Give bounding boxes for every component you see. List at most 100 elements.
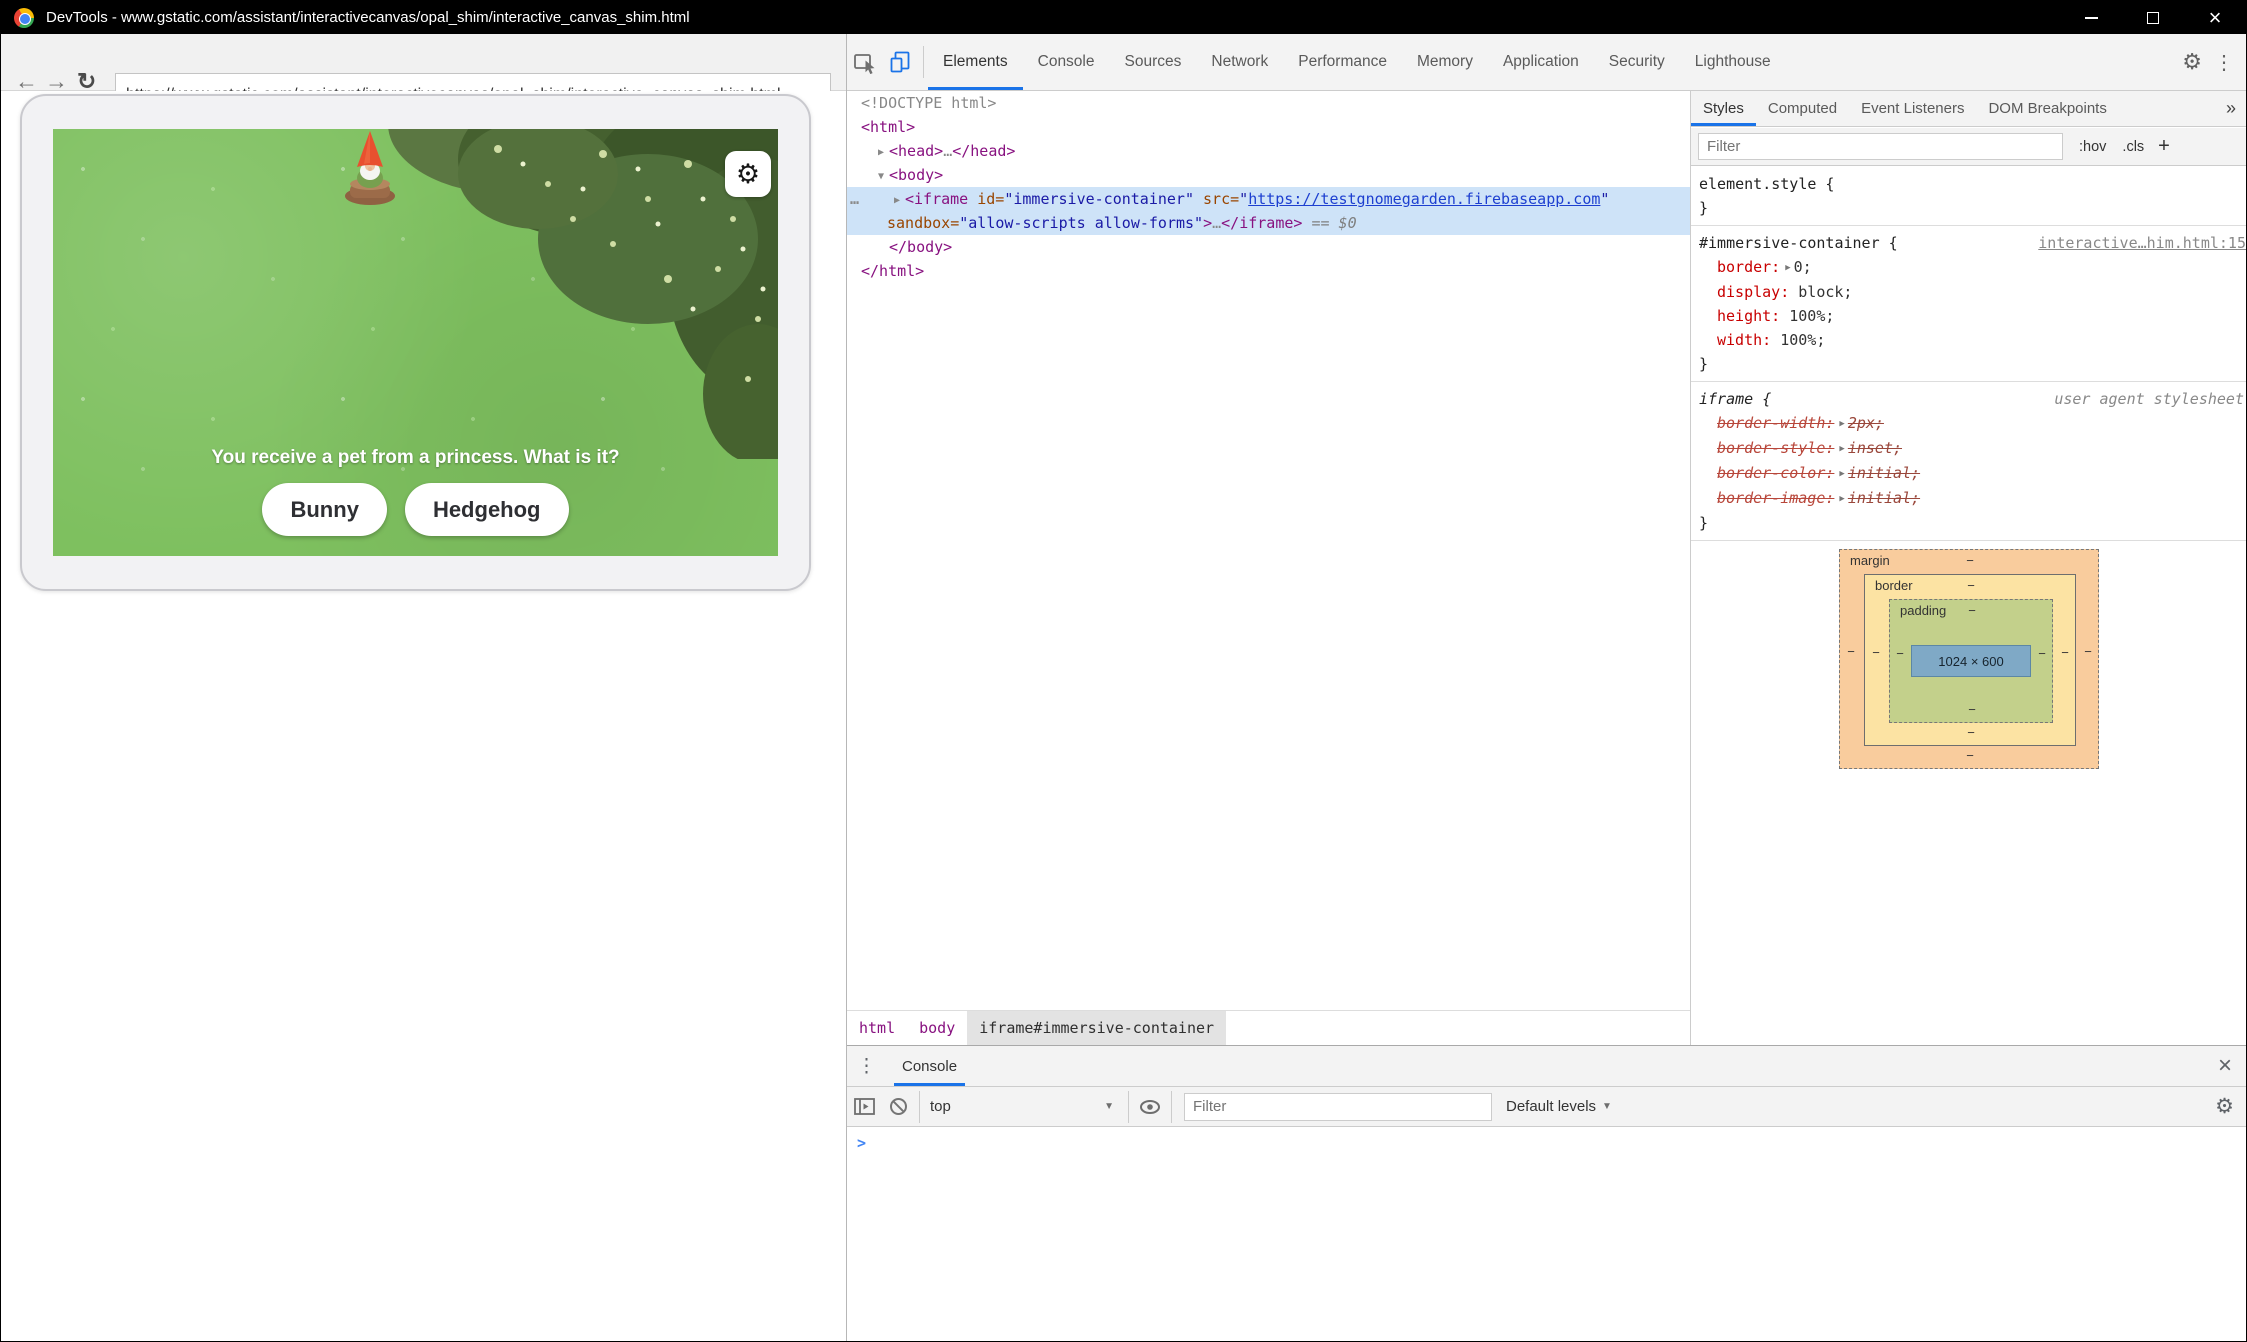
tab-elements[interactable]: Elements: [928, 34, 1023, 90]
css-property-name[interactable]: width:: [1717, 331, 1771, 349]
more-tabs-chevron[interactable]: »: [2216, 98, 2246, 119]
margin-left-value[interactable]: −: [1844, 644, 1858, 659]
border-top-value[interactable]: −: [1964, 578, 1978, 593]
console-settings-button[interactable]: ⚙: [2203, 1094, 2246, 1119]
console-sidebar-toggle[interactable]: [847, 1088, 881, 1126]
tab-console[interactable]: Console: [1023, 34, 1110, 90]
dom-row-overflow-menu[interactable]: …: [850, 187, 858, 211]
border-left-value[interactable]: −: [1869, 645, 1883, 660]
css-property-value[interactable]: block;: [1798, 283, 1852, 301]
clear-console-button[interactable]: [881, 1088, 915, 1126]
dom-row-iframe-line2[interactable]: sandbox="allow-scripts allow-forms">…</i…: [847, 211, 1690, 235]
console-prompt[interactable]: >: [857, 1134, 866, 1152]
tab-event-listeners[interactable]: Event Listeners: [1849, 91, 1976, 126]
iframe-src-link[interactable]: https://testgnomegarden.firebaseapp.com: [1248, 190, 1600, 208]
box-model-content[interactable]: 1024 × 600: [1911, 645, 2031, 677]
devtools-settings-button[interactable]: ⚙: [2172, 49, 2212, 75]
tab-styles[interactable]: Styles: [1691, 91, 1756, 126]
close-button[interactable]: ×: [2184, 1, 2246, 34]
css-property-name[interactable]: display:: [1717, 283, 1789, 301]
breadcrumb-iframe[interactable]: iframe#immersive-container: [967, 1011, 1226, 1045]
dom-row-doctype[interactable]: <!DOCTYPE html>: [847, 91, 1690, 115]
margin-top-value[interactable]: −: [1963, 553, 1977, 568]
css-property-name[interactable]: border:: [1717, 258, 1780, 276]
dom-row-body-open[interactable]: ▼<body>: [847, 163, 1690, 187]
tab-security[interactable]: Security: [1594, 34, 1680, 90]
css-declaration: border:▶0;: [1699, 255, 2246, 280]
tab-sources[interactable]: Sources: [1110, 34, 1197, 90]
expand-shorthand-icon[interactable]: ▶: [1780, 263, 1793, 273]
drawer-menu-button[interactable]: ⋮: [847, 1055, 888, 1078]
hedgehog-button[interactable]: Hedgehog: [405, 483, 569, 536]
devtools-menu-button[interactable]: ⋮: [2212, 50, 2246, 75]
padding-right-value[interactable]: −: [2035, 646, 2049, 661]
css-property-value[interactable]: 0;: [1794, 258, 1812, 276]
new-style-rule-button[interactable]: +: [2158, 135, 2170, 158]
dom-row-body-close[interactable]: </body>: [847, 235, 1690, 259]
border-right-value[interactable]: −: [2058, 645, 2072, 660]
dom-row-html-close[interactable]: </html>: [847, 259, 1690, 283]
tab-network[interactable]: Network: [1196, 34, 1283, 90]
expander-icon[interactable]: ▶: [873, 141, 889, 165]
styles-filter-row: :hov .cls +: [1691, 128, 2246, 166]
css-property-value[interactable]: inset;: [1848, 439, 1902, 457]
expand-shorthand-icon[interactable]: ▶: [1834, 419, 1847, 429]
game-settings-button[interactable]: ⚙: [725, 151, 771, 197]
margin-bottom-value[interactable]: −: [1963, 748, 1977, 763]
css-declaration-overridden: border-width:▶2px;: [1699, 411, 2246, 436]
expand-shorthand-icon[interactable]: ▶: [1834, 469, 1847, 479]
expand-shorthand-icon[interactable]: ▶: [1834, 444, 1847, 454]
css-property-value[interactable]: initial;: [1848, 464, 1920, 482]
padding-left-value[interactable]: −: [1893, 646, 1907, 661]
expand-shorthand-icon[interactable]: ▶: [1834, 494, 1847, 504]
dom-row-html-open[interactable]: <html>: [847, 115, 1690, 139]
padding-top-value[interactable]: −: [1965, 603, 1979, 618]
tab-memory[interactable]: Memory: [1402, 34, 1488, 90]
rule-source-link[interactable]: interactive…him.html:15: [2038, 231, 2246, 255]
margin-right-value[interactable]: −: [2081, 644, 2095, 659]
dom-row-head[interactable]: ▶<head>…</head>: [847, 139, 1690, 163]
element-style-selector[interactable]: element.style {: [1699, 172, 2246, 196]
context-value: top: [930, 1098, 951, 1115]
expander-icon[interactable]: ▶: [889, 189, 905, 213]
css-property-name[interactable]: border-image:: [1717, 489, 1834, 507]
breadcrumb-html[interactable]: html: [847, 1011, 907, 1045]
drawer-tab-console[interactable]: Console: [888, 1046, 971, 1086]
console-levels-dropdown[interactable]: Default levels ▼: [1506, 1098, 1612, 1115]
padding-bottom-value[interactable]: −: [1965, 702, 1979, 717]
toggle-class-button[interactable]: .cls: [2122, 139, 2144, 155]
maximize-icon: [2147, 12, 2159, 24]
dom-tree: <!DOCTYPE html> <html> ▶<head>…</head> ▼…: [847, 91, 1690, 1010]
tab-computed[interactable]: Computed: [1756, 91, 1849, 126]
css-property-value[interactable]: 100%;: [1780, 331, 1825, 349]
inspect-element-button[interactable]: [847, 34, 883, 90]
styles-filter-input[interactable]: [1698, 133, 2063, 160]
tab-performance[interactable]: Performance: [1283, 34, 1402, 90]
maximize-button[interactable]: [2122, 1, 2184, 34]
console-filter-input[interactable]: [1184, 1093, 1492, 1121]
window-title: DevTools - www.gstatic.com/assistant/int…: [46, 9, 690, 26]
css-property-name[interactable]: border-width:: [1717, 414, 1834, 432]
tab-dom-breakpoints[interactable]: DOM Breakpoints: [1976, 91, 2118, 126]
css-property-name[interactable]: height:: [1717, 307, 1780, 325]
console-output[interactable]: >: [847, 1127, 2246, 1341]
css-property-value[interactable]: 2px;: [1848, 414, 1884, 432]
tab-application[interactable]: Application: [1488, 34, 1594, 90]
minimize-button[interactable]: [2060, 1, 2122, 34]
border-bottom-value[interactable]: −: [1964, 725, 1978, 740]
device-toolbar-toggle[interactable]: [883, 34, 919, 90]
css-property-value[interactable]: 100%;: [1789, 307, 1834, 325]
console-toolbar: top ▼ Default levels ▼ ⚙: [847, 1087, 2246, 1127]
expander-icon[interactable]: ▼: [873, 165, 889, 189]
css-property-value[interactable]: initial;: [1848, 489, 1920, 507]
css-property-name[interactable]: border-color:: [1717, 464, 1834, 482]
toggle-hover-state-button[interactable]: :hov: [2079, 139, 2106, 155]
dom-row-iframe-line1[interactable]: … ▶<iframe id="immersive-container" src=…: [847, 187, 1690, 211]
breadcrumb-body[interactable]: body: [907, 1011, 967, 1045]
console-context-selector[interactable]: top ▼: [924, 1098, 1124, 1115]
tab-lighthouse[interactable]: Lighthouse: [1680, 34, 1786, 90]
bunny-button[interactable]: Bunny: [262, 483, 386, 536]
live-expression-button[interactable]: [1133, 1088, 1167, 1126]
gear-icon: ⚙: [736, 159, 760, 190]
css-property-name[interactable]: border-style:: [1717, 439, 1834, 457]
